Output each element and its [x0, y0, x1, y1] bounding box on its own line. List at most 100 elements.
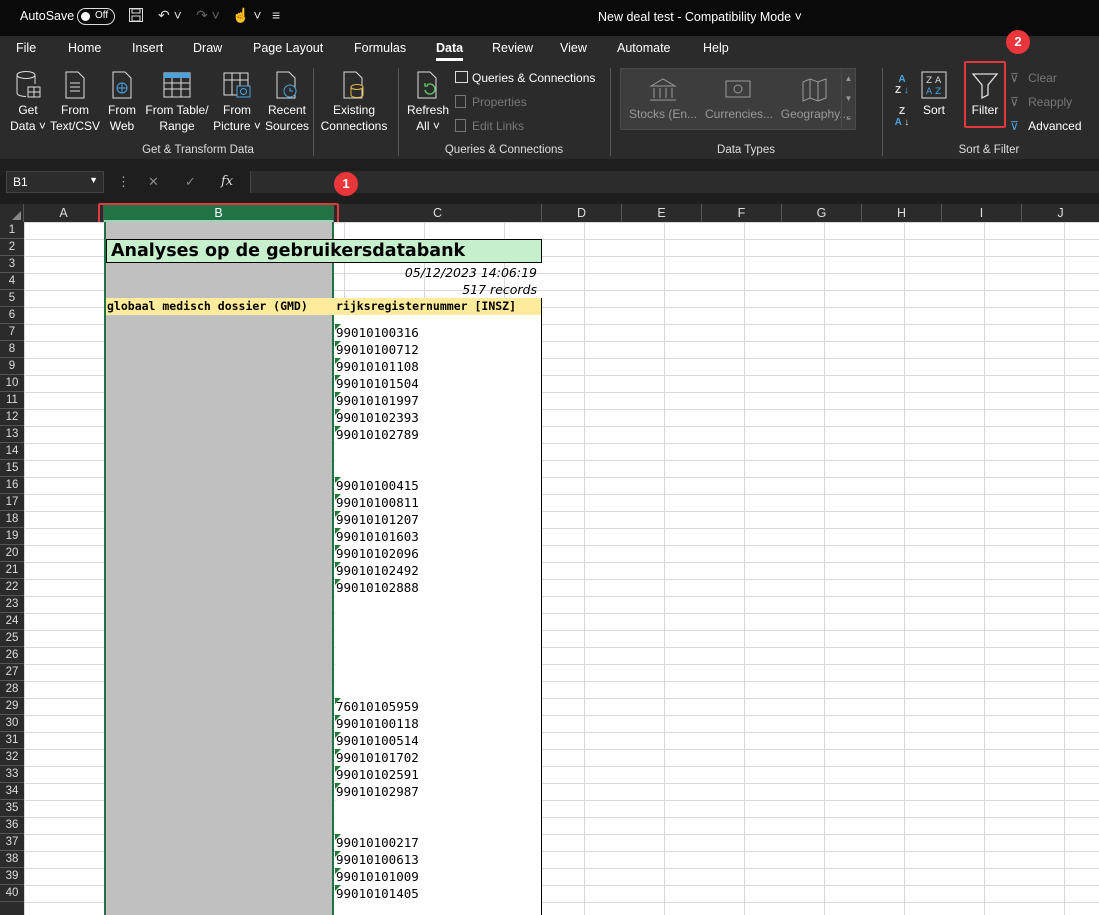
column-header-e[interactable]: E	[622, 204, 702, 222]
row-header[interactable]: 38	[0, 851, 24, 868]
insz-cell[interactable]: 99010101405	[336, 885, 540, 902]
get-data-button[interactable]: Get Data ˅	[6, 70, 50, 134]
clear-filter-button[interactable]: ⊽ Clear	[1010, 71, 1057, 85]
column-header-g[interactable]: G	[782, 204, 862, 222]
sort-asc-button[interactable]: AZ ↓	[888, 74, 916, 96]
name-box-dropdown-icon[interactable]: ▼	[89, 175, 98, 185]
report-title[interactable]: Analyses op de gebruikersdatabank	[106, 239, 542, 263]
insz-cell[interactable]: 99010100118	[336, 715, 540, 732]
row-header[interactable]: 6	[0, 307, 24, 324]
save-icon[interactable]	[128, 7, 144, 26]
insz-cell[interactable]: 99010101504	[336, 375, 540, 392]
insz-cell[interactable]: 99010100316	[336, 324, 540, 341]
row-header[interactable]: 12	[0, 409, 24, 426]
tab-draw[interactable]: Draw	[193, 41, 222, 55]
row-header[interactable]: 7	[0, 324, 24, 341]
tab-review[interactable]: Review	[492, 41, 533, 55]
row-header[interactable]: 18	[0, 511, 24, 528]
customize-qat-icon[interactable]: ≡	[272, 7, 280, 23]
column-header-a[interactable]: A	[24, 204, 104, 222]
row-header[interactable]: 39	[0, 868, 24, 885]
column-b-selection[interactable]	[104, 222, 334, 915]
tab-automate[interactable]: Automate	[617, 41, 671, 55]
insz-cell[interactable]: 99010100712	[336, 341, 540, 358]
reapply-button[interactable]: ⊽ Reapply	[1010, 95, 1072, 109]
row-header[interactable]: 21	[0, 562, 24, 579]
insz-cell[interactable]: 99010100514	[336, 732, 540, 749]
tab-view[interactable]: View	[560, 41, 587, 55]
row-header[interactable]: 29	[0, 698, 24, 715]
tab-insert[interactable]: Insert	[132, 41, 163, 55]
row-header[interactable]: 26	[0, 647, 24, 664]
row-header[interactable]: 22	[0, 579, 24, 596]
tab-formulas[interactable]: Formulas	[354, 41, 406, 55]
row-header[interactable]: 3	[0, 256, 24, 273]
timestamp-cell[interactable]: 05/12/2023 14:06:19	[334, 264, 540, 281]
column-header-i[interactable]: I	[942, 204, 1022, 222]
insz-cell[interactable]: 99010101997	[336, 392, 540, 409]
column-header-d[interactable]: D	[542, 204, 622, 222]
row-header[interactable]: 11	[0, 392, 24, 409]
insz-cell[interactable]: 99010102789	[336, 426, 540, 443]
sort-button[interactable]: Z AA Z Sort	[916, 70, 952, 118]
header-insz[interactable]: rijksregisternummer [INSZ]	[334, 298, 542, 315]
row-header[interactable]: 35	[0, 800, 24, 817]
row-header[interactable]: 32	[0, 749, 24, 766]
row-header[interactable]: 40	[0, 885, 24, 902]
formula-input[interactable]	[250, 171, 1099, 193]
records-cell[interactable]: 517 records	[334, 281, 540, 298]
insz-cell[interactable]: 99010101108	[336, 358, 540, 375]
row-header[interactable]: 13	[0, 426, 24, 443]
insz-cell[interactable]: 99010101603	[336, 528, 540, 545]
insz-cell[interactable]: 99010102492	[336, 562, 540, 579]
queries-connections-button[interactable]: Queries & Connections	[455, 71, 595, 85]
insz-cell[interactable]: 99010100811	[336, 494, 540, 511]
tab-file[interactable]: File	[16, 41, 36, 55]
insz-cell[interactable]: 99010102591	[336, 766, 540, 783]
tab-page-layout[interactable]: Page Layout	[253, 41, 323, 55]
touch-mode-icon[interactable]: ☝ ˅	[232, 7, 262, 24]
insz-cell[interactable]: 99010100217	[336, 834, 540, 851]
row-header[interactable]: 17	[0, 494, 24, 511]
advanced-filter-button[interactable]: ⊽ Advanced	[1010, 119, 1082, 133]
insz-cell[interactable]: 99010102987	[336, 783, 540, 800]
row-header[interactable]: 20	[0, 545, 24, 562]
column-header-j[interactable]: J	[1022, 204, 1099, 222]
column-header-h[interactable]: H	[862, 204, 942, 222]
recent-sources-button[interactable]: Recent Sources	[264, 70, 310, 134]
row-header[interactable]: 24	[0, 613, 24, 630]
row-header[interactable]: 34	[0, 783, 24, 800]
row-header[interactable]: 25	[0, 630, 24, 647]
undo-icon[interactable]: ↶ ˅	[158, 7, 182, 24]
name-box[interactable]: B1 ▼	[6, 171, 104, 193]
redo-icon[interactable]: ↷ ˅	[196, 7, 220, 24]
tab-help[interactable]: Help	[703, 41, 729, 55]
header-gmd[interactable]: globaal medisch dossier (GMD)	[106, 298, 334, 315]
insz-cell[interactable]: 99010101207	[336, 511, 540, 528]
row-header[interactable]: 1	[0, 222, 24, 239]
insz-cell[interactable]: 99010101009	[336, 868, 540, 885]
more-options-icon[interactable]: ⋮	[117, 174, 130, 190]
column-header-c[interactable]: C	[334, 204, 542, 222]
row-header[interactable]: 37	[0, 834, 24, 851]
row-header[interactable]: 33	[0, 766, 24, 783]
row-header[interactable]: 30	[0, 715, 24, 732]
row-header[interactable]: 14	[0, 443, 24, 460]
insz-cell[interactable]: 99010101702	[336, 749, 540, 766]
row-header[interactable]: 27	[0, 664, 24, 681]
from-picture-button[interactable]: From Picture ˅	[210, 70, 264, 134]
insz-cell[interactable]: 99010102096	[336, 545, 540, 562]
insz-cell[interactable]: 76010105959	[336, 698, 540, 715]
tab-home[interactable]: Home	[68, 41, 101, 55]
row-header[interactable]: 15	[0, 460, 24, 477]
select-all-corner[interactable]	[0, 204, 24, 222]
from-text-csv-button[interactable]: From Text/CSV	[50, 70, 100, 134]
currencies-button[interactable]: Currencies...	[703, 77, 775, 121]
cancel-icon[interactable]: ✕	[148, 174, 159, 190]
row-header[interactable]: 8	[0, 341, 24, 358]
row-header[interactable]: 5	[0, 290, 24, 307]
sort-desc-button[interactable]: ZA ↓	[888, 106, 916, 128]
row-header[interactable]: 36	[0, 817, 24, 834]
insz-cell[interactable]: 99010102888	[336, 579, 540, 596]
row-header[interactable]: 9	[0, 358, 24, 375]
